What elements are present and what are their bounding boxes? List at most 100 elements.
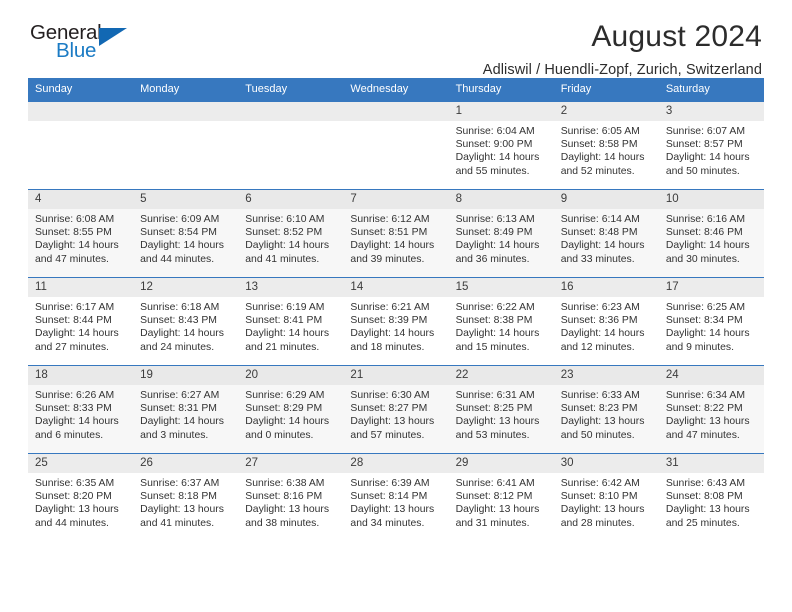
- daylight-text-line1: Daylight: 13 hours: [560, 416, 645, 428]
- day-number: 24: [658, 366, 764, 385]
- calendar-day-cell[interactable]: 1 Sunrise: 6:04 AM Sunset: 9:00 PM Daylight…: [448, 101, 554, 190]
- sunset-text: Sunset: 8:20 PM: [35, 491, 112, 503]
- weekday-header-wednesday: Wednesday: [343, 78, 449, 102]
- calendar-day-cell[interactable]: 22 Sunrise: 6:31 AM Sunset: 8:25 PM Dayligh…: [448, 365, 554, 454]
- daylight-text-line2: and 39 minutes.: [350, 253, 425, 265]
- calendar-day-cell[interactable]: 24 Sunrise: 6:34 AM Sunset: 8:22 PM Dayligh…: [658, 365, 764, 454]
- calendar-day-cell[interactable]: 16 Sunrise: 6:23 AM Sunset: 8:36 PM Dayligh…: [553, 277, 659, 366]
- calendar-day-cell[interactable]: 21 Sunrise: 6:30 AM Sunset: 8:27 PM Dayligh…: [343, 365, 449, 454]
- daylight-text-line2: and 15 minutes.: [455, 341, 530, 353]
- daylight-text-line1: Daylight: 14 hours: [140, 416, 224, 428]
- calendar-day-cell[interactable]: 17 Sunrise: 6:25 AM Sunset: 8:34 PM Dayligh…: [658, 277, 764, 366]
- calendar-header-row: Sunday Monday Tuesday Wednesday Thursday…: [28, 78, 764, 102]
- daylight-text-line2: and 0 minutes.: [245, 429, 314, 441]
- sunset-text: Sunset: 8:22 PM: [665, 403, 743, 415]
- calendar-day-cell[interactable]: 9 Sunrise: 6:14 AM Sunset: 8:48 PM Daylight…: [553, 189, 659, 278]
- day-sun-info: Sunrise: 6:31 AM Sunset: 8:25 PM Daylight:…: [449, 385, 554, 442]
- calendar-day-cell[interactable]: 11 Sunrise: 6:17 AM Sunset: 8:44 PM Dayligh…: [28, 277, 134, 366]
- sunrise-text: Sunrise: 6:17 AM: [35, 302, 115, 313]
- daylight-text-line2: and 44 minutes.: [140, 253, 215, 265]
- calendar-day-cell[interactable]: 7 Sunrise: 6:12 AM Sunset: 8:51 PM Daylight…: [343, 189, 449, 278]
- calendar-week-row: 4 Sunrise: 6:08 AM Sunset: 8:55 PM Daylight…: [28, 189, 764, 278]
- calendar-day-cell[interactable]: 2 Sunrise: 6:05 AM Sunset: 8:58 PM Daylight…: [553, 101, 659, 190]
- daylight-text-line2: and 6 minutes.: [35, 429, 104, 441]
- daylight-text-line2: and 9 minutes.: [665, 341, 735, 353]
- calendar-day-cell[interactable]: 26 Sunrise: 6:37 AM Sunset: 8:18 PM Dayligh…: [133, 453, 239, 542]
- calendar-day-cell[interactable]: 6 Sunrise: 6:10 AM Sunset: 8:52 PM Daylight…: [238, 189, 344, 278]
- daylight-text-line1: Daylight: 14 hours: [350, 240, 435, 252]
- calendar-day-cell[interactable]: 14 Sunrise: 6:21 AM Sunset: 8:39 PM Dayligh…: [343, 277, 449, 366]
- daylight-text-line2: and 34 minutes.: [350, 517, 425, 529]
- day-sun-info: Sunrise: 6:05 AM Sunset: 8:58 PM Daylight:…: [554, 121, 659, 178]
- calendar-day-cell[interactable]: 15 Sunrise: 6:22 AM Sunset: 8:38 PM Dayligh…: [448, 277, 554, 366]
- sunset-text: Sunset: 8:57 PM: [665, 139, 743, 151]
- day-number: 23: [553, 366, 659, 385]
- sunrise-text: Sunrise: 6:16 AM: [665, 214, 745, 225]
- sunset-text: Sunset: 8:23 PM: [560, 403, 638, 415]
- calendar-day-cell[interactable]: 23 Sunrise: 6:33 AM Sunset: 8:23 PM Dayligh…: [553, 365, 659, 454]
- daylight-text-line1: Daylight: 14 hours: [665, 328, 750, 340]
- daylight-text-line1: Daylight: 13 hours: [560, 504, 645, 516]
- day-sun-info: Sunrise: 6:12 AM Sunset: 8:51 PM Daylight:…: [343, 209, 448, 266]
- daylight-text-line1: Daylight: 14 hours: [455, 240, 540, 252]
- sunrise-text: Sunrise: 6:18 AM: [140, 302, 220, 313]
- daylight-text-line1: Daylight: 14 hours: [560, 240, 645, 252]
- day-sun-info: Sunrise: 6:13 AM Sunset: 8:49 PM Daylight:…: [449, 209, 554, 266]
- day-number: 30: [553, 454, 659, 473]
- daylight-text-line1: Daylight: 13 hours: [350, 504, 435, 516]
- day-number: 20: [238, 366, 344, 385]
- sunset-text: Sunset: 8:46 PM: [665, 227, 743, 239]
- sunset-text: Sunset: 8:27 PM: [350, 403, 428, 415]
- sunset-text: Sunset: 8:48 PM: [560, 227, 638, 239]
- page-header: General Blue August 2024 Adliswil / Huen…: [28, 0, 764, 78]
- weekday-header-monday: Monday: [133, 78, 239, 102]
- day-number: 15: [448, 278, 554, 297]
- day-number: 14: [343, 278, 449, 297]
- calendar-day-cell[interactable]: 12 Sunrise: 6:18 AM Sunset: 8:43 PM Dayligh…: [133, 277, 239, 366]
- sunrise-text: Sunrise: 6:39 AM: [350, 478, 430, 489]
- day-sun-info: Sunrise: 6:08 AM Sunset: 8:55 PM Daylight:…: [28, 209, 133, 266]
- calendar-day-cell[interactable]: 28 Sunrise: 6:39 AM Sunset: 8:14 PM Dayligh…: [343, 453, 449, 542]
- calendar-day-cell[interactable]: 8 Sunrise: 6:13 AM Sunset: 8:49 PM Daylight…: [448, 189, 554, 278]
- calendar-day-cell[interactable]: 4 Sunrise: 6:08 AM Sunset: 8:55 PM Daylight…: [28, 189, 134, 278]
- sunset-text: Sunset: 8:29 PM: [245, 403, 323, 415]
- day-sun-info: Sunrise: 6:04 AM Sunset: 9:00 PM Daylight:…: [449, 121, 554, 178]
- sunrise-text: Sunrise: 6:26 AM: [35, 390, 115, 401]
- brand-logo[interactable]: General Blue: [30, 22, 160, 72]
- daylight-text-line1: Daylight: 13 hours: [455, 416, 540, 428]
- daylight-text-line2: and 33 minutes.: [560, 253, 635, 265]
- sunrise-text: Sunrise: 6:35 AM: [35, 478, 115, 489]
- calendar-day-cell[interactable]: 25 Sunrise: 6:35 AM Sunset: 8:20 PM Dayligh…: [28, 453, 134, 542]
- sunrise-text: Sunrise: 6:10 AM: [245, 214, 325, 225]
- daylight-text-line1: Daylight: 14 hours: [245, 240, 330, 252]
- daylight-text-line2: and 50 minutes.: [560, 429, 635, 441]
- calendar-day-cell[interactable]: 18 Sunrise: 6:26 AM Sunset: 8:33 PM Dayligh…: [28, 365, 134, 454]
- calendar-day-cell[interactable]: 5 Sunrise: 6:09 AM Sunset: 8:54 PM Daylight…: [133, 189, 239, 278]
- weekday-header-thursday: Thursday: [448, 78, 554, 102]
- daylight-text-line2: and 12 minutes.: [560, 341, 635, 353]
- day-sun-info: Sunrise: 6:26 AM Sunset: 8:33 PM Daylight:…: [28, 385, 133, 442]
- daylight-text-line2: and 41 minutes.: [140, 517, 215, 529]
- daylight-text-line1: Daylight: 14 hours: [455, 152, 540, 164]
- calendar-day-cell[interactable]: 29 Sunrise: 6:41 AM Sunset: 8:12 PM Dayligh…: [448, 453, 554, 542]
- calendar-day-cell[interactable]: 3 Sunrise: 6:07 AM Sunset: 8:57 PM Daylight…: [658, 101, 764, 190]
- calendar-week-row: 1 Sunrise: 6:04 AM Sunset: 9:00 PM Daylight…: [28, 101, 764, 190]
- calendar-day-cell[interactable]: 10 Sunrise: 6:16 AM Sunset: 8:46 PM Dayligh…: [658, 189, 764, 278]
- calendar-day-cell[interactable]: 31 Sunrise: 6:43 AM Sunset: 8:08 PM Dayligh…: [658, 453, 764, 542]
- calendar-day-cell[interactable]: 20 Sunrise: 6:29 AM Sunset: 8:29 PM Dayligh…: [238, 365, 344, 454]
- sunrise-text: Sunrise: 6:23 AM: [560, 302, 640, 313]
- daylight-text-line1: Daylight: 13 hours: [35, 504, 119, 516]
- daylight-text-line2: and 25 minutes.: [665, 517, 740, 529]
- sunrise-text: Sunrise: 6:08 AM: [35, 214, 115, 225]
- sunrise-text: Sunrise: 6:34 AM: [665, 390, 745, 401]
- calendar-day-cell-empty: [238, 101, 344, 190]
- calendar-day-cell[interactable]: 13 Sunrise: 6:19 AM Sunset: 8:41 PM Dayligh…: [238, 277, 344, 366]
- sunset-text: Sunset: 8:36 PM: [560, 315, 638, 327]
- calendar-day-cell[interactable]: 19 Sunrise: 6:27 AM Sunset: 8:31 PM Dayligh…: [133, 365, 239, 454]
- sunset-text: Sunset: 8:33 PM: [35, 403, 112, 415]
- sunset-text: Sunset: 8:43 PM: [140, 315, 217, 327]
- sunrise-text: Sunrise: 6:12 AM: [350, 214, 430, 225]
- day-sun-info: Sunrise: 6:35 AM Sunset: 8:20 PM Daylight:…: [28, 473, 133, 530]
- calendar-day-cell[interactable]: 27 Sunrise: 6:38 AM Sunset: 8:16 PM Dayligh…: [238, 453, 344, 542]
- calendar-day-cell[interactable]: 30 Sunrise: 6:42 AM Sunset: 8:10 PM Dayligh…: [553, 453, 659, 542]
